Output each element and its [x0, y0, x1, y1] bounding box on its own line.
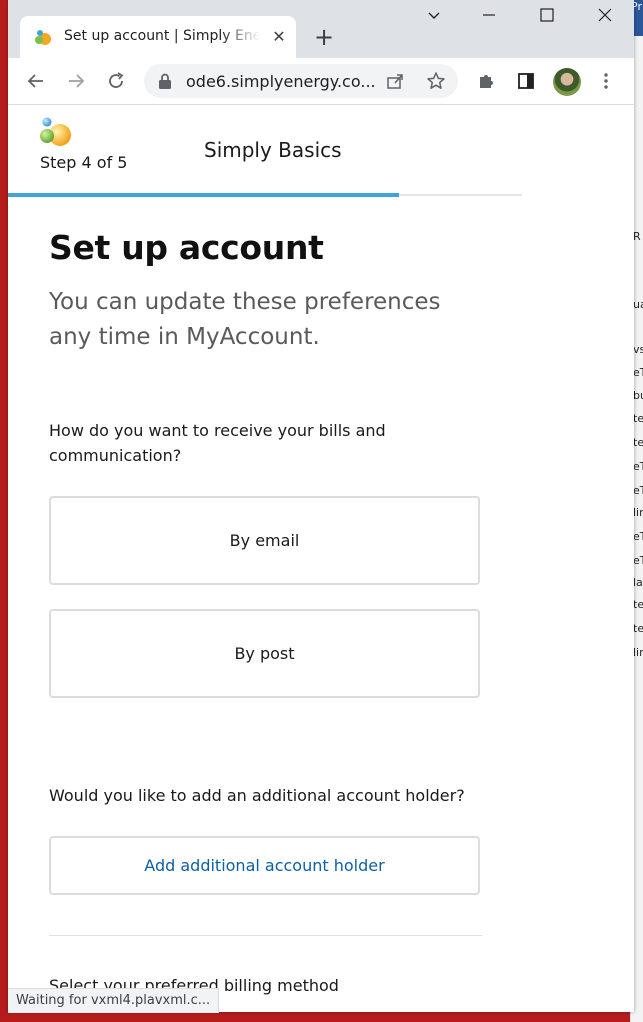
- background-app-text: ua: [633, 298, 643, 311]
- lock-icon[interactable]: [158, 73, 172, 89]
- background-app-text: eT: [633, 554, 643, 567]
- background-app-text: vs: [633, 343, 643, 356]
- browser-window: Set up account | Simply Energy ✕ +: [8, 0, 634, 1012]
- browser-tab[interactable]: Set up account | Simply Energy ✕: [20, 16, 296, 58]
- add-account-holder-button[interactable]: Add additional account holder: [49, 836, 480, 895]
- background-app-text: R: [633, 230, 641, 243]
- by-post-option[interactable]: By post: [49, 609, 480, 698]
- background-app-text: eT: [633, 530, 643, 543]
- tab-title: Set up account | Simply Energy: [64, 28, 260, 44]
- status-bubble: Waiting for vxml4.plavxml.c...: [8, 988, 220, 1013]
- tab-search-icon[interactable]: [416, 8, 452, 32]
- profile-avatar[interactable]: [553, 68, 581, 96]
- maximize-icon[interactable]: [529, 8, 565, 32]
- page-subtitle: You can update these preferences any tim…: [49, 289, 441, 350]
- minimize-icon[interactable]: [471, 8, 507, 32]
- tab-strip: Set up account | Simply Energy ✕ +: [8, 0, 634, 58]
- page-content: Step 4 of 5 Simply Basics Set up account…: [8, 105, 634, 1012]
- background-app-text: eT: [633, 460, 643, 473]
- close-tab-icon[interactable]: ✕: [270, 28, 288, 46]
- plan-name: Simply Basics: [204, 138, 342, 162]
- address-bar[interactable]: ode6.simplyenergy.co...: [144, 64, 458, 98]
- bills-question: How do you want to receive your bills an…: [49, 421, 386, 465]
- background-app-text: lin: [633, 506, 643, 519]
- more-menu-icon[interactable]: [592, 67, 620, 95]
- back-arrow-icon[interactable]: [22, 67, 50, 95]
- new-tab-icon[interactable]: +: [311, 24, 337, 50]
- browser-toolbar: ode6.simplyenergy.co...: [8, 58, 634, 105]
- url-text[interactable]: ode6.simplyenergy.co...: [186, 72, 376, 91]
- background-app-text: eT: [633, 366, 643, 379]
- background-app-text: eT: [633, 484, 643, 497]
- page-header: Step 4 of 5 Simply Basics: [8, 105, 522, 197]
- by-email-option[interactable]: By email: [49, 496, 480, 585]
- progress-bar: [8, 193, 399, 197]
- background-app-text: te: [633, 622, 643, 635]
- side-panel-icon[interactable]: [512, 67, 540, 95]
- background-app-text: la: [633, 576, 643, 589]
- bookmark-star-icon[interactable]: [426, 71, 446, 91]
- share-icon[interactable]: [386, 72, 404, 90]
- by-email-label: By email: [229, 531, 300, 550]
- window-close-icon[interactable]: [587, 8, 623, 32]
- background-app-text: bu: [633, 389, 643, 402]
- step-indicator: Step 4 of 5: [40, 153, 128, 172]
- background-app-text: te: [633, 412, 643, 425]
- forward-arrow-icon[interactable]: [62, 67, 90, 95]
- simply-energy-favicon-icon: [35, 30, 51, 45]
- background-app-text: te: [633, 436, 643, 449]
- extensions-puzzle-icon[interactable]: [472, 67, 500, 95]
- background-app-text: te: [633, 598, 643, 611]
- add-account-holder-label: Add additional account holder: [144, 856, 385, 875]
- page-title: Set up account: [49, 228, 324, 267]
- by-post-label: By post: [234, 644, 295, 663]
- reload-icon[interactable]: [102, 67, 130, 95]
- section-divider: [49, 935, 482, 936]
- holder-question: Would you like to add an additional acco…: [49, 786, 465, 805]
- background-app-text: lin: [633, 646, 643, 659]
- simply-energy-logo-icon: [40, 117, 71, 146]
